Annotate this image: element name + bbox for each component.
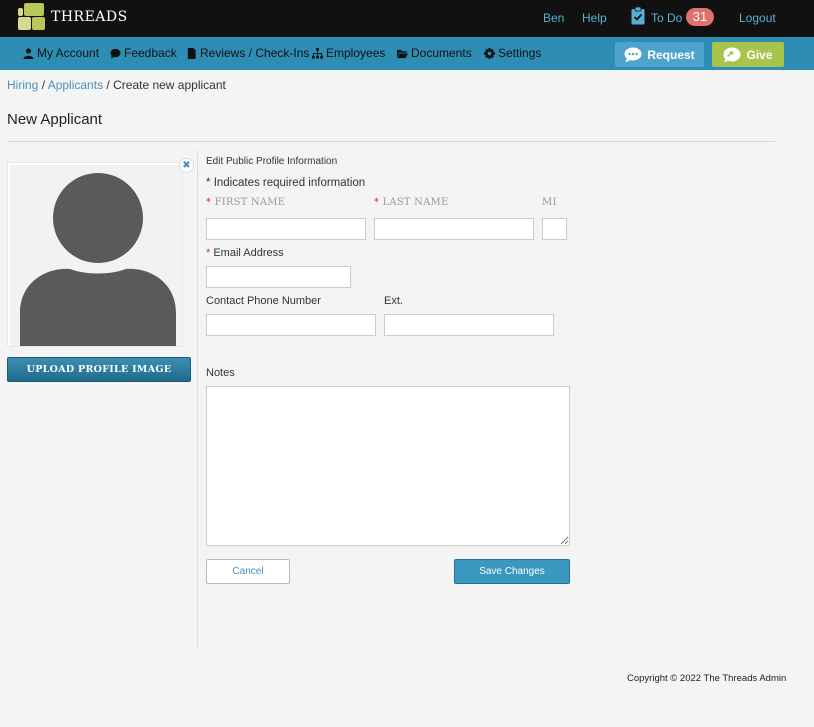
nav-item-my-account[interactable]: My Account (23, 46, 99, 60)
nav-item-label: Settings (498, 46, 542, 60)
required-mark: * (206, 197, 212, 208)
gear-icon (484, 47, 495, 59)
user-menu-link[interactable]: Ben (543, 11, 564, 25)
copyright-text: Copyright © 2022 The Threads Admin (627, 673, 787, 684)
threads-logo-icon[interactable] (18, 3, 46, 31)
phone-label: Contact Phone Number (206, 295, 321, 307)
form-section-title: Edit Public Profile Information (206, 156, 338, 167)
required-note-text: Indicates required information (213, 177, 366, 189)
notes-label: Notes (206, 367, 235, 379)
nav-item-label: Documents (411, 46, 472, 60)
profile-image (7, 162, 183, 347)
phone-field[interactable] (206, 314, 376, 336)
breadcrumb-current: Create new applicant (113, 78, 226, 92)
last-name-field[interactable] (374, 218, 534, 240)
nav-item-documents[interactable]: Documents (397, 46, 472, 60)
mi-label: MI (542, 197, 557, 208)
give-button[interactable]: Give (712, 42, 784, 67)
first-name-label: * FIRST NAME (206, 197, 285, 208)
nav-item-label: Reviews / Check-Ins (200, 46, 310, 60)
breadcrumb-separator: / (41, 78, 46, 92)
give-bubble-icon (723, 47, 741, 62)
title-divider (7, 141, 775, 142)
breadcrumb-hiring-link[interactable]: Hiring (7, 78, 38, 92)
column-divider (197, 150, 198, 648)
page-title: New Applicant (7, 111, 103, 128)
breadcrumb-applicants-link[interactable]: Applicants (48, 78, 103, 92)
folder-open-icon (397, 49, 408, 58)
request-button-label: Request (647, 47, 695, 62)
nav-item-label: Employees (326, 46, 386, 60)
first-name-field[interactable] (206, 218, 366, 240)
nav-item-label: Feedback (124, 46, 177, 60)
upload-profile-image-button[interactable]: UPLOAD PROFILE IMAGE (7, 357, 191, 382)
email-label: * Email Address (206, 247, 284, 259)
speech-bubble-icon (624, 47, 642, 62)
todo-link[interactable]: To Do (651, 11, 682, 25)
last-name-label: * LAST NAME (374, 197, 448, 208)
nav-item-feedback[interactable]: Feedback (110, 46, 177, 60)
logout-link[interactable]: Logout (739, 11, 776, 25)
last-name-label-text: LAST NAME (382, 197, 449, 208)
help-link[interactable]: Help (582, 11, 607, 25)
breadcrumb-separator: / (106, 78, 110, 92)
email-field[interactable] (206, 266, 351, 288)
request-button[interactable]: Request (615, 42, 704, 67)
save-changes-button[interactable]: Save Changes (454, 559, 570, 584)
brand-name[interactable]: THREADS (51, 9, 128, 25)
give-button-label: Give (746, 47, 773, 62)
required-mark: * (206, 247, 211, 259)
cancel-button[interactable]: Cancel (206, 559, 290, 584)
user-icon (23, 47, 34, 59)
required-mark: * (374, 197, 380, 208)
chat-bubble-icon (110, 48, 121, 59)
notes-textarea[interactable] (206, 386, 570, 546)
nav-item-employees[interactable]: Employees (312, 46, 385, 60)
required-mark: * (206, 177, 211, 189)
ext-field[interactable] (384, 314, 554, 336)
ext-label: Ext. (384, 295, 403, 307)
org-chart-icon (312, 47, 323, 59)
todo-count-badge[interactable]: 31 (686, 8, 714, 26)
document-icon (187, 47, 196, 59)
nav-item-reviews[interactable]: Reviews / Check-Ins (186, 46, 309, 60)
required-note: * Indicates required information (206, 177, 365, 189)
avatar-placeholder-icon (10, 165, 182, 346)
nav-item-label: My Account (37, 46, 100, 60)
email-label-text: Email Address (213, 247, 284, 259)
top-bar: THREADS Ben Help To Do 31 Logout (0, 0, 814, 37)
remove-image-icon[interactable]: ✖ (179, 158, 194, 173)
nav-item-settings[interactable]: Settings (484, 46, 541, 60)
middle-initial-field[interactable] (542, 218, 567, 240)
clipboard-check-icon[interactable] (631, 7, 645, 25)
first-name-label-text: FIRST NAME (214, 197, 286, 208)
breadcrumb: Hiring / Applicants / Create new applica… (7, 78, 226, 92)
